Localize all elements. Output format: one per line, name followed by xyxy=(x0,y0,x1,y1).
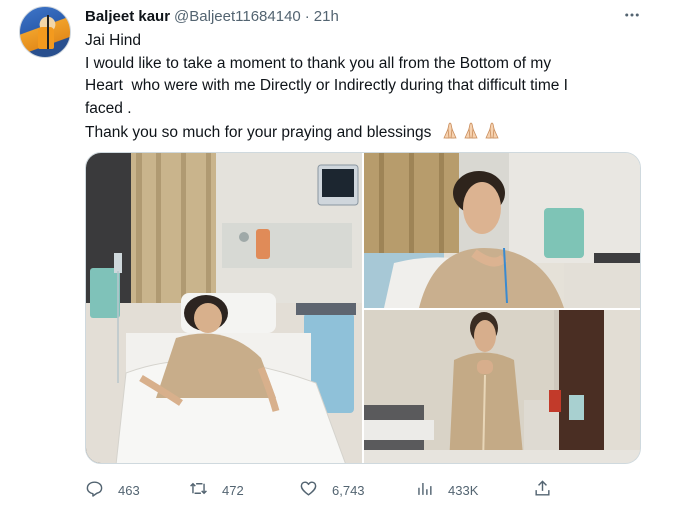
share-button[interactable] xyxy=(533,478,552,502)
retweet-icon xyxy=(189,479,208,501)
tweet-line: Jai Hind xyxy=(85,32,141,49)
views-count: 433K xyxy=(448,482,479,498)
reply-count: 463 xyxy=(118,482,140,498)
avatar-flag xyxy=(47,15,49,49)
tweet-text: Jai Hind I would like to take a moment t… xyxy=(85,30,645,148)
tweet-line: faced . xyxy=(85,99,132,117)
author-name[interactable]: Baljeet kaur xyxy=(85,8,170,25)
more-icon[interactable] xyxy=(620,4,644,26)
author-handle[interactable]: @Baljeet11684140 xyxy=(174,8,301,25)
avatar[interactable] xyxy=(19,6,71,58)
tweet-line: Thank you so much for your praying and b… xyxy=(85,124,432,141)
retweet-count: 472 xyxy=(222,482,244,498)
reply-button[interactable]: 463 xyxy=(85,478,140,502)
retweet-button[interactable]: 472 xyxy=(189,478,244,502)
tweet-header: Baljeet kaur @Baljeet11684140 · 21h xyxy=(85,6,339,26)
views-icon xyxy=(415,479,434,501)
hand-on-chest-photo[interactable] xyxy=(364,153,640,308)
like-button[interactable]: 6,743 xyxy=(299,478,365,502)
tweet-line: Heart who were with me Directly or Indir… xyxy=(85,77,568,94)
hospital-bed-photo[interactable] xyxy=(86,153,362,463)
tweet-line: I would like to take a moment to thank y… xyxy=(85,54,552,72)
tweet-actions: 463 472 6,743 433K xyxy=(85,478,560,502)
tweet-timestamp[interactable]: 21h xyxy=(314,8,339,25)
separator-dot: · xyxy=(304,7,310,25)
views-button[interactable]: 433K xyxy=(415,478,478,502)
share-icon xyxy=(533,479,552,501)
reply-icon xyxy=(85,479,104,501)
like-count: 6,743 xyxy=(332,482,365,498)
tweet-card[interactable]: Baljeet kaur @Baljeet11684140 · 21h Jai … xyxy=(0,0,683,526)
avatar-figure xyxy=(38,27,54,49)
praying-hands-emoji xyxy=(440,120,502,148)
media-grid[interactable] xyxy=(85,152,641,464)
like-icon xyxy=(299,479,318,501)
standing-patient-photo[interactable] xyxy=(364,310,640,463)
tweet-line-last: Thank you so much for your praying and b… xyxy=(85,120,645,148)
